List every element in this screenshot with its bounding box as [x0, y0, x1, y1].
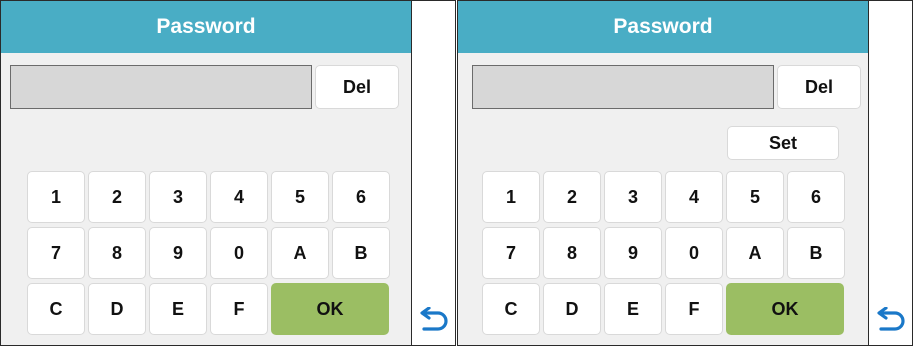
key-1-button[interactable]: 1 — [482, 171, 540, 223]
side-bar — [868, 1, 912, 345]
key-e-button[interactable]: E — [149, 283, 207, 335]
ok-button[interactable]: OK — [271, 283, 389, 335]
keypad-screen-right: Password Del Set 1 2 3 4 5 6 7 8 9 0 A B… — [458, 1, 868, 345]
password-field[interactable] — [10, 65, 312, 109]
key-4-button[interactable]: 4 — [665, 171, 723, 223]
key-5-button[interactable]: 5 — [271, 171, 329, 223]
keypad-screen-left: Password Del 1 2 3 4 5 6 7 8 9 0 A B C D… — [1, 1, 411, 345]
key-2-button[interactable]: 2 — [543, 171, 601, 223]
key-a-button[interactable]: A — [271, 227, 329, 279]
key-0-button[interactable]: 0 — [665, 227, 723, 279]
password-field[interactable] — [472, 65, 774, 109]
key-b-button[interactable]: B — [787, 227, 845, 279]
side-bar — [411, 1, 455, 345]
key-9-button[interactable]: 9 — [149, 227, 207, 279]
key-3-button[interactable]: 3 — [604, 171, 662, 223]
title-bar: Password — [458, 1, 868, 53]
key-0-button[interactable]: 0 — [210, 227, 268, 279]
key-a-button[interactable]: A — [726, 227, 784, 279]
password-panel-right: Password Del Set 1 2 3 4 5 6 7 8 9 0 A B… — [457, 0, 913, 346]
key-d-button[interactable]: D — [88, 283, 146, 335]
password-panel-left: Password Del 1 2 3 4 5 6 7 8 9 0 A B C D… — [0, 0, 456, 346]
key-4-button[interactable]: 4 — [210, 171, 268, 223]
key-e-button[interactable]: E — [604, 283, 662, 335]
key-3-button[interactable]: 3 — [149, 171, 207, 223]
return-arrow-icon[interactable] — [875, 307, 907, 333]
key-8-button[interactable]: 8 — [88, 227, 146, 279]
del-button[interactable]: Del — [777, 65, 861, 109]
key-6-button[interactable]: 6 — [332, 171, 390, 223]
title-bar: Password — [1, 1, 411, 53]
key-7-button[interactable]: 7 — [482, 227, 540, 279]
key-c-button[interactable]: C — [482, 283, 540, 335]
key-f-button[interactable]: F — [210, 283, 268, 335]
key-c-button[interactable]: C — [27, 283, 85, 335]
key-8-button[interactable]: 8 — [543, 227, 601, 279]
key-6-button[interactable]: 6 — [787, 171, 845, 223]
key-5-button[interactable]: 5 — [726, 171, 784, 223]
key-d-button[interactable]: D — [543, 283, 601, 335]
key-f-button[interactable]: F — [665, 283, 723, 335]
del-button[interactable]: Del — [315, 65, 399, 109]
set-button[interactable]: Set — [727, 126, 839, 160]
key-7-button[interactable]: 7 — [27, 227, 85, 279]
key-1-button[interactable]: 1 — [27, 171, 85, 223]
return-arrow-icon[interactable] — [418, 307, 450, 333]
ok-button[interactable]: OK — [726, 283, 844, 335]
key-9-button[interactable]: 9 — [604, 227, 662, 279]
key-b-button[interactable]: B — [332, 227, 390, 279]
key-2-button[interactable]: 2 — [88, 171, 146, 223]
